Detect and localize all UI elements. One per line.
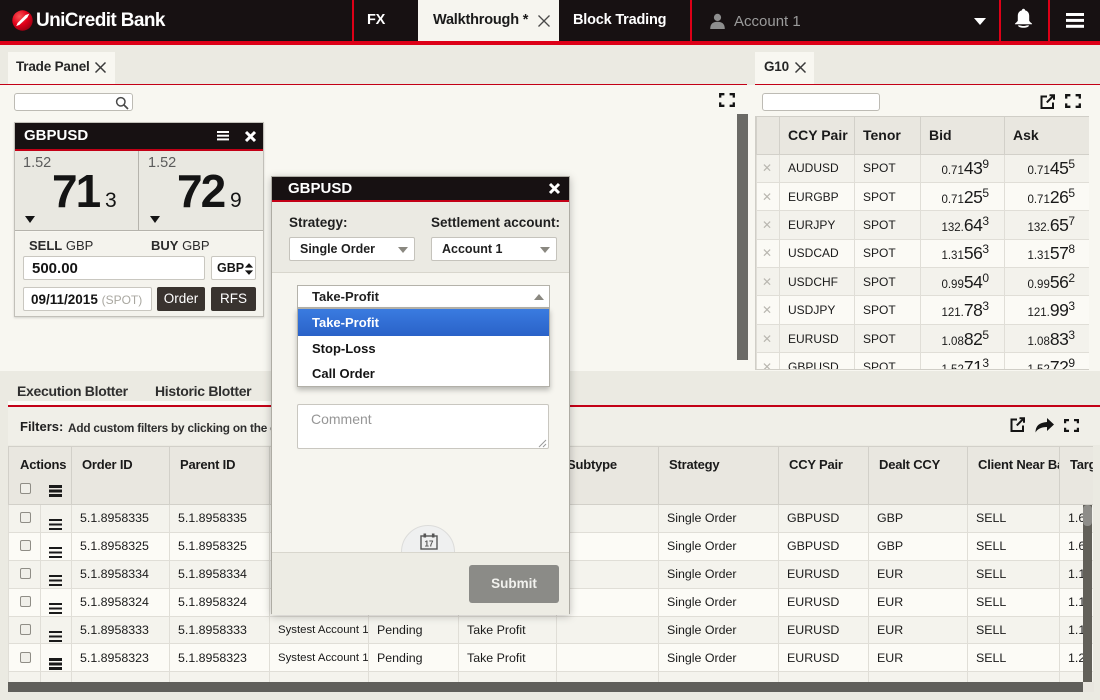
svg-text:17: 17: [425, 540, 434, 549]
